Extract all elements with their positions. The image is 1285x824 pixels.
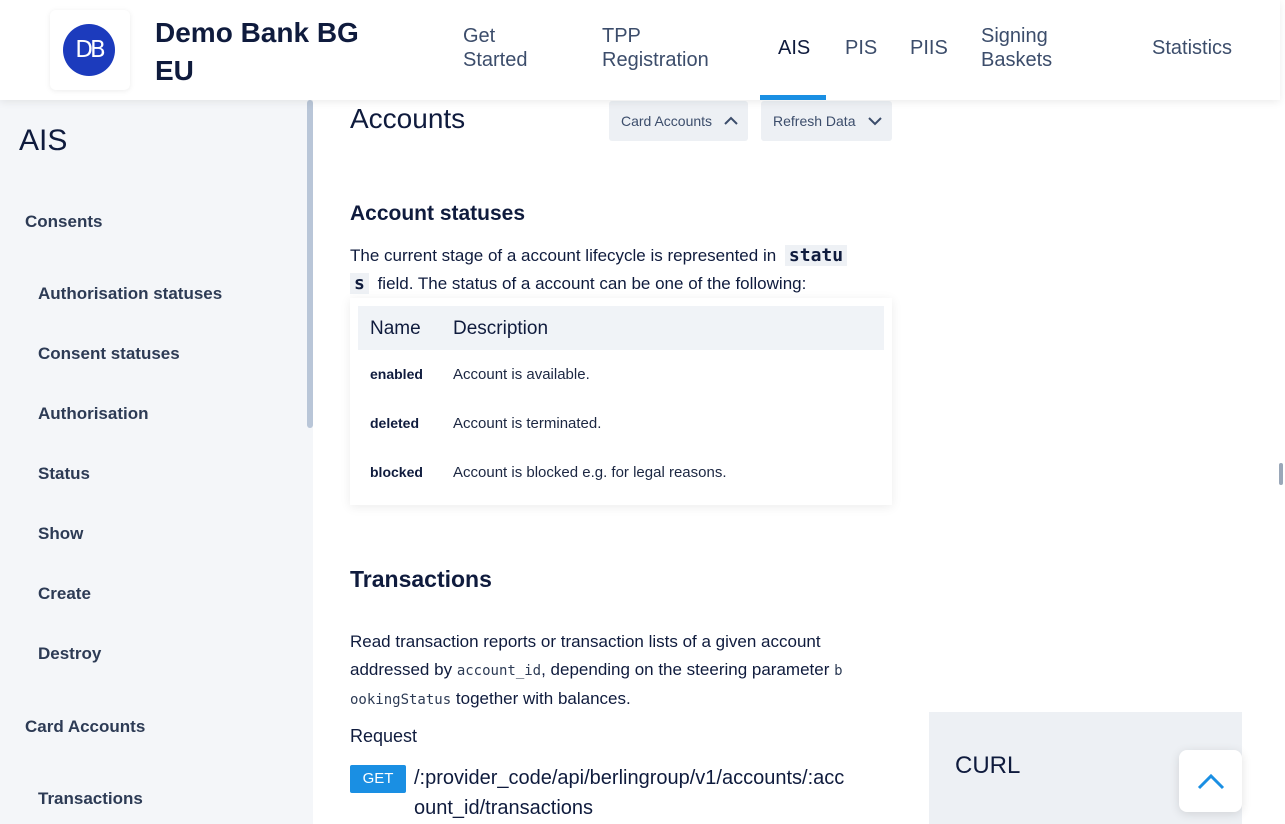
card-accounts-dropdown[interactable]: Card Accounts [609,101,748,141]
sidebar-scrollbar[interactable] [307,100,313,428]
booking-status-code-end: ookingStatus [350,692,452,708]
chevron-up-icon [1197,773,1225,790]
col-name-header: Name [370,318,421,339]
page-scrollbar[interactable] [1279,463,1283,485]
sidebar-title: AIS [19,124,68,157]
chevron-down-icon [868,117,882,126]
http-method-badge: GET [350,765,406,793]
sidebar-item-card-accounts[interactable]: Card Accounts [25,717,145,737]
brand-name[interactable]: Demo Bank BG EU [155,14,395,90]
nav-piis[interactable]: PIIS [910,36,948,60]
nav-ais[interactable]: AIS [778,36,810,60]
nav-statistics[interactable]: Statistics [1152,36,1232,60]
transactions-description: Read transaction reports or transaction … [350,628,895,714]
sidebar-item-destroy[interactable]: Destroy [38,644,101,664]
sidebar-item-authorisation-statuses[interactable]: Authorisation statuses [38,284,222,304]
nav-tpp-registration[interactable]: TPP Registration [602,24,732,72]
sidebar-item-status[interactable]: Status [38,464,90,484]
logo-mark: DB [63,24,115,76]
nav-signing-baskets[interactable]: Signing Baskets [981,24,1071,72]
endpoint-path-line-1: /:provider_code/api/berlingroup/v1/accou… [414,767,845,789]
status-description: Account is terminated. [453,415,602,432]
account-statuses-heading: Account statuses [350,202,526,225]
table-header: Name Description [358,306,884,350]
chevron-up-icon [724,116,738,125]
endpoint-path-line-2: ount_id/transactions [414,797,594,819]
intro-text-after: field. The status of a account can be on… [377,274,807,293]
sidebar-item-consents[interactable]: Consents [25,212,102,232]
transactions-line-2-after: , depending on the steering parameter [541,660,830,679]
nav-get-started[interactable]: Get Started [463,24,553,72]
nav-active-indicator [760,95,826,100]
refresh-data-dropdown[interactable]: Refresh Data [761,101,892,141]
sidebar-item-show[interactable]: Show [38,524,83,544]
sidebar-item-consent-statuses[interactable]: Consent statuses [38,344,180,364]
sidebar [0,100,313,824]
account-id-code: account_id [456,663,542,679]
status-description: Account is available. [453,366,590,383]
top-header: DB Demo Bank BG EU Get Started TPP Regis… [0,0,1280,100]
transactions-line-1: Read transaction reports or transaction … [350,632,821,651]
refresh-data-dropdown-label: Refresh Data [773,113,856,129]
col-description-header: Description [453,318,549,339]
booking-status-code-start: b [834,663,843,679]
card-accounts-dropdown-label: Card Accounts [621,113,713,129]
status-name: deleted [370,415,420,431]
scroll-to-top-button[interactable] [1179,750,1242,812]
transactions-heading: Transactions [350,566,492,592]
account-statuses-intro: The current stage of a account lifecycle… [350,242,890,298]
page-title: Accounts [350,103,466,134]
status-code-chip-cont: s [350,273,369,294]
status-name: blocked [370,464,423,480]
transactions-line-2-before: addressed by [350,660,453,679]
logo[interactable]: DB [50,10,130,90]
sidebar-item-transactions[interactable]: Transactions [38,789,143,809]
status-name: enabled [370,366,423,382]
transactions-line-3-after: together with balances. [455,689,631,708]
curl-label: CURL [955,752,1021,779]
account-statuses-table: Name Description enabled Account is avai… [350,298,892,505]
request-label: Request [350,726,418,746]
endpoint-path: /:provider_code/api/berlingroup/v1/accou… [414,763,894,823]
sidebar-item-authorisation[interactable]: Authorisation [38,404,149,424]
intro-text-before: The current stage of a account lifecycle… [350,246,777,265]
sidebar-item-create[interactable]: Create [38,584,91,604]
status-description: Account is blocked e.g. for legal reason… [453,464,727,481]
nav-pis[interactable]: PIS [845,36,877,60]
status-code-chip: statu [784,245,848,266]
